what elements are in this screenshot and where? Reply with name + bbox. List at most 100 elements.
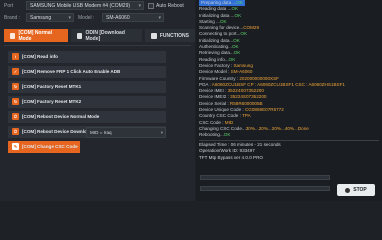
log-key: Changing CSC Code...: [199, 125, 246, 131]
log-key: Device Serial :: [199, 100, 230, 106]
auto-reboot-label: Auto Reboot: [156, 2, 184, 9]
button-label: [COM] Read info: [22, 54, 58, 60]
stop-icon: [345, 187, 351, 193]
log-value: OK: [233, 50, 241, 56]
edit-icon: ✎: [12, 143, 19, 151]
log-value: TPA: [242, 113, 251, 119]
chevron-down-icon: ▾: [68, 15, 71, 21]
tab-label: [COM] Normal Mode: [18, 29, 53, 42]
log-value: SM-A6060: [230, 69, 253, 75]
log-value: OK: [231, 44, 239, 50]
log-key: Initializing data...: [199, 37, 234, 43]
log-key: Elapsed Time :: [199, 142, 231, 147]
log-key: Device IMEI :: [199, 88, 228, 94]
tab-com-normal-mode[interactable]: [COM] Normal Mode: [4, 29, 68, 42]
log-value: COM29: [243, 25, 260, 31]
button-label: [COM] Remove FRP 1 Click Auto Enable ADB: [22, 69, 121, 75]
port-select[interactable]: SAMSUNG Mobile USB Modem #4 (COM29) ▾: [26, 1, 144, 10]
read-info-button[interactable]: i [COM] Read info: [8, 51, 166, 63]
log-value: 30%...20%...20%...40%...Done: [245, 125, 309, 131]
log-key: Scanning for device...: [199, 25, 244, 31]
chevron-down-icon: ▾: [160, 130, 163, 135]
log-key: Device Unique Code :: [199, 107, 245, 113]
phone-icon: [10, 32, 16, 39]
log-key: Firmware Country :: [199, 75, 240, 81]
left-panel: Port SAMSUNG Mobile USB Modem #4 (COM29)…: [0, 0, 195, 201]
log-line: TFT Mtp Bypass ver 4.0.0 PRO: [199, 155, 281, 161]
log-line: Rebooting...OK: [199, 132, 379, 138]
log-key: Operation/Work ID:: [199, 148, 240, 154]
tab-odin-download-mode[interactable]: ODIN [Download Mode]: [71, 29, 142, 42]
log-value: OK: [233, 37, 240, 43]
log-value: R58R6000005B: [229, 100, 263, 106]
mode-tabs: [COM] Normal Mode ODIN [Download Mode] F…: [4, 29, 195, 42]
power-icon: ⏻: [12, 113, 19, 121]
progress-bar: [200, 175, 330, 180]
log-value: CG0869E07R5772: [244, 107, 284, 113]
checkbox-box: [148, 2, 154, 9]
log-key: TFT Mtp Bypass ver 4.0.0 PRO: [199, 154, 263, 160]
tab-functions[interactable]: FUNCTIONS: [144, 29, 195, 42]
log-footer: Elapsed Time : 06 minutes - 21 seconds Op…: [199, 142, 281, 161]
factory-reset-mtk1-button[interactable]: ↻ [COM] Factory Reset MTK1: [8, 81, 166, 93]
brand-label: Brand :: [4, 14, 21, 21]
function-button-list: i [COM] Read info ✓ [COM] Remove FRP 1 C…: [8, 51, 166, 156]
stop-label: STOP: [353, 187, 367, 193]
button-label: [COM] Reboot Device Normal Mode: [22, 114, 100, 120]
button-label: [COM] Factory Reset MTK2: [22, 99, 82, 105]
remove-frp-button[interactable]: ✓ [COM] Remove FRP 1 Click Auto Enable A…: [8, 66, 166, 78]
reboot-normal-button[interactable]: ⏻ [COM] Reboot Device Normal Mode: [8, 111, 166, 123]
model-select[interactable]: SM-A6060 ▾: [102, 13, 164, 22]
log-key: PDA :: [199, 81, 212, 87]
log-value: A6060ZCU1BSF CP : A6060ZCU1BSF1 CSC : A6…: [211, 81, 345, 87]
log-value: OK: [236, 0, 243, 5]
factory-reset-mtk2-button[interactable]: ↻ [COM] Factory Reset MTK2: [8, 96, 166, 108]
log-key: Connecting to port...: [199, 31, 241, 37]
auto-reboot-checkbox[interactable]: Auto Reboot: [148, 2, 184, 9]
log-key: Country CSC Code :: [199, 113, 243, 119]
log-key: Rebooting...: [199, 132, 224, 138]
log-value: 35224S07352200: [230, 94, 267, 100]
gear-icon: [150, 32, 157, 39]
brand-row: Brand : Samsung ▾ Model : SM-A6060 ▾: [4, 13, 164, 22]
log-key: Reading data ...: [199, 6, 232, 12]
csc-select[interactable]: MID = Iraq ▾: [86, 127, 166, 138]
log-value: 933497: [239, 148, 255, 154]
button-label: [COM] Change CSC Code: [22, 144, 78, 150]
tab-label: ODIN [Download Mode]: [85, 29, 125, 42]
stop-button[interactable]: STOP: [337, 184, 375, 196]
tab-label: FUNCTIONS: [159, 32, 189, 39]
log-value: 202000000000XSF: [239, 75, 279, 81]
model-label: Model :: [78, 14, 95, 21]
log-value: OK: [223, 132, 231, 138]
log-key: Device Factory :: [199, 62, 234, 68]
progress-bar-secondary: [200, 186, 330, 191]
log-value: Samsung: [233, 62, 253, 68]
reset-icon: ↻: [12, 83, 19, 91]
log-key: Authenticating...: [199, 44, 232, 50]
chevron-down-icon: ▾: [138, 3, 141, 9]
divider: [4, 45, 191, 46]
log-key: Device IMEI2 :: [199, 94, 231, 100]
brand-select[interactable]: Samsung ▾: [26, 13, 74, 22]
divider: [199, 140, 379, 141]
button-label: [COM] Factory Reset MTK1: [22, 84, 82, 90]
change-csc-button[interactable]: ✎ [COM] Change CSC Code: [8, 141, 80, 153]
log-key: Preparing data ...: [201, 0, 237, 5]
brand-value: Samsung: [30, 14, 52, 21]
download-icon: [77, 32, 83, 39]
log-key: Reading info...: [199, 56, 229, 62]
log-panel: Preparing data ...OK Reading data ...OK In…: [196, 0, 382, 201]
log-value: OK: [240, 31, 248, 37]
log-value: OK: [231, 6, 239, 12]
log-value: OK: [234, 12, 242, 18]
unlock-icon: ✓: [12, 68, 19, 76]
log-value: 35224S07352200: [227, 88, 264, 94]
log-key: Device Model :: [199, 69, 231, 75]
log-key: Starting ...: [199, 18, 220, 24]
csc-value: MID = Iraq: [90, 130, 112, 135]
port-label: Port: [4, 2, 14, 9]
info-icon: i: [12, 53, 19, 61]
power-icon: ⏻: [12, 128, 19, 136]
log-key: CSC Code :: [199, 119, 225, 125]
